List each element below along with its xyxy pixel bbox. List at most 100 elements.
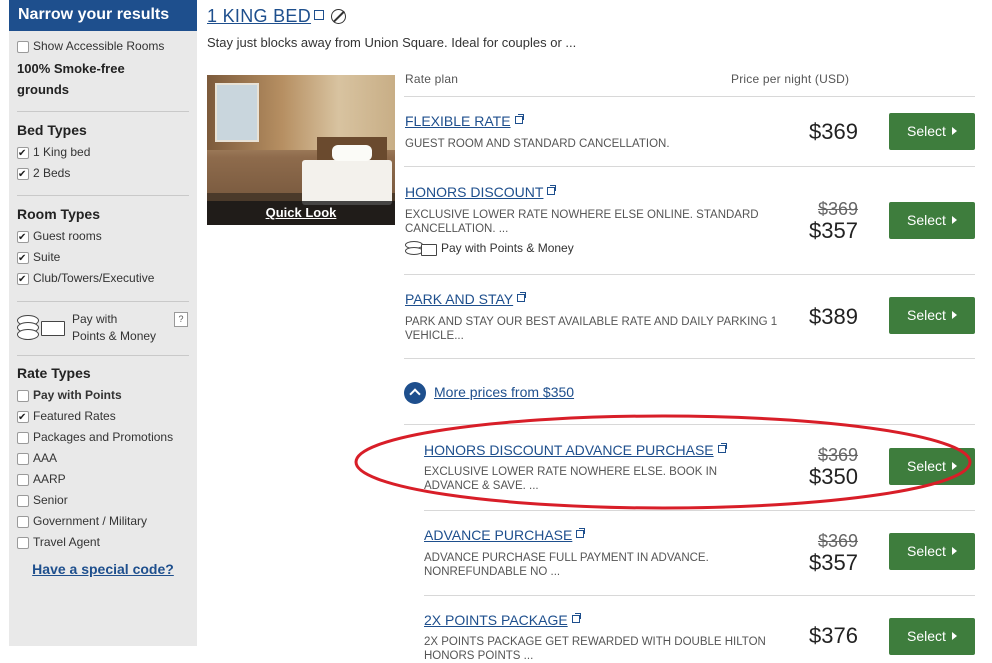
divider: [404, 358, 975, 359]
external-link-icon[interactable]: [314, 10, 324, 20]
filter-featured-rates[interactable]: Featured Rates: [17, 406, 189, 428]
filter-label: AAA: [33, 451, 58, 465]
filter-label: Club/Towers/Executive: [33, 271, 155, 285]
no-smoking-icon: [331, 9, 346, 24]
checkbox[interactable]: [17, 516, 29, 528]
filter-packages-promotions[interactable]: Packages and Promotions: [17, 427, 189, 448]
external-link-icon: [514, 114, 524, 124]
price: $369: [809, 119, 858, 144]
help-icon[interactable]: ?: [174, 312, 188, 327]
filter-government-military[interactable]: Government / Military: [17, 511, 189, 532]
rate-name-link[interactable]: FLEXIBLE RATE: [405, 113, 524, 129]
divider: [17, 355, 189, 356]
checkbox[interactable]: [17, 453, 29, 465]
filter-travel-agent[interactable]: Travel Agent: [17, 532, 189, 553]
rate-name-link[interactable]: 2X POINTS PACKAGE: [424, 612, 581, 628]
select-button[interactable]: Select: [889, 618, 975, 655]
checkbox[interactable]: [17, 248, 29, 269]
points-money-badge: Pay with Points & Money: [405, 241, 574, 256]
filter-aarp[interactable]: AARP: [17, 469, 189, 490]
chevron-up-icon[interactable]: [404, 382, 426, 404]
original-price: $369: [817, 531, 858, 551]
filter-sidebar: Narrow your results Show Accessible Room…: [9, 0, 197, 646]
filter-pay-with-points[interactable]: Pay with Points: [17, 385, 189, 406]
price: $357: [809, 218, 858, 243]
checkbox[interactable]: [17, 143, 29, 164]
select-button[interactable]: Select: [889, 202, 975, 239]
filter-senior[interactable]: Senior: [17, 490, 189, 511]
smoke-free-note: 100% Smoke-free grounds: [17, 61, 125, 97]
filter-label: Travel Agent: [33, 535, 100, 549]
chevron-right-icon: [951, 311, 957, 319]
rate-description: EXCLUSIVE LOWER RATE NOWHERE ELSE. BOOK …: [424, 466, 718, 492]
bed-shape: [302, 160, 392, 205]
bed-types-title: Bed Types: [17, 122, 87, 138]
room-description: Stay just blocks away from Union Square.…: [207, 35, 577, 50]
external-link-icon: [547, 185, 557, 195]
chevron-right-icon: [951, 632, 957, 640]
filter-label: Pay with Points: [33, 388, 122, 402]
column-header-price: Price per night (USD): [731, 72, 850, 86]
rate-name-link[interactable]: ADVANCE PURCHASE: [424, 527, 586, 543]
select-button[interactable]: Select: [889, 297, 975, 334]
filter-guest-rooms[interactable]: Guest rooms: [17, 226, 189, 248]
rate-description: GUEST ROOM AND STANDARD CANCELLATION.: [405, 138, 670, 150]
checkbox[interactable]: [17, 432, 29, 444]
accessible-rooms-filter[interactable]: Show Accessible Rooms: [17, 36, 189, 57]
rate-description: EXCLUSIVE LOWER RATE NOWHERE ELSE ONLINE…: [405, 209, 759, 235]
external-link-icon: [717, 443, 727, 453]
divider: [17, 111, 189, 112]
rate-row-park-and-stay: PARK AND STAY PARK AND STAY OUR BEST AVA…: [404, 275, 975, 357]
filter-label: Senior: [33, 493, 68, 507]
more-prices-label[interactable]: More prices from $350: [434, 384, 574, 400]
original-price: $369: [817, 199, 858, 219]
filter-label: Suite: [33, 250, 61, 264]
checkbox[interactable]: [17, 407, 29, 428]
checkbox[interactable]: [17, 474, 29, 486]
points-money-filter[interactable]: Pay with Points & Money ?: [17, 307, 189, 349]
rate-description: ADVANCE PURCHASE FULL PAYMENT IN ADVANCE…: [424, 552, 709, 578]
select-button[interactable]: Select: [889, 533, 975, 570]
room-types-title: Room Types: [17, 206, 100, 222]
rate-row-advance-purchase: ADVANCE PURCHASE ADVANCE PURCHASE FULL P…: [424, 511, 975, 594]
rate-name-link[interactable]: HONORS DISCOUNT: [405, 184, 557, 200]
select-button[interactable]: Select: [889, 448, 975, 485]
checkbox[interactable]: [17, 41, 29, 53]
filter-suite[interactable]: Suite: [17, 247, 189, 269]
filter-1-king-bed[interactable]: 1 King bed: [17, 142, 189, 164]
price: $350: [809, 464, 858, 489]
filter-aaa[interactable]: AAA: [17, 448, 189, 469]
external-link-icon: [517, 292, 527, 302]
checkbox[interactable]: [17, 269, 29, 290]
rate-name-link[interactable]: HONORS DISCOUNT ADVANCE PURCHASE: [424, 442, 727, 458]
window-shape: [215, 83, 259, 142]
filter-label: Government / Military: [33, 514, 148, 528]
filter-label: 2 Beds: [33, 166, 71, 180]
chevron-right-icon: [951, 127, 957, 135]
rate-description: PARK AND STAY OUR BEST AVAILABLE RATE AN…: [405, 316, 778, 342]
chevron-right-icon: [951, 547, 957, 555]
rate-row-honors-advance-purchase: HONORS DISCOUNT ADVANCE PURCHASE EXCLUSI…: [424, 425, 975, 509]
points-money-label: Pay with Points & Money: [72, 312, 157, 343]
room-title-link[interactable]: 1 KING BED: [207, 6, 311, 27]
checkbox[interactable]: [17, 390, 29, 402]
filter-club-towers-executive[interactable]: Club/Towers/Executive: [17, 268, 189, 290]
original-price: $369: [817, 445, 858, 465]
external-link-icon: [571, 613, 581, 623]
special-code-link[interactable]: Have a special code?: [17, 561, 189, 577]
checkbox[interactable]: [17, 537, 29, 549]
rate-row-honors-discount: HONORS DISCOUNT EXCLUSIVE LOWER RATE NOW…: [404, 167, 975, 273]
divider: [17, 301, 189, 302]
rate-row-flexible: FLEXIBLE RATE GUEST ROOM AND STANDARD CA…: [404, 97, 975, 165]
rate-name-link[interactable]: PARK AND STAY: [405, 291, 527, 307]
select-button[interactable]: Select: [889, 113, 975, 150]
checkbox[interactable]: [17, 495, 29, 507]
chevron-right-icon: [951, 216, 957, 224]
filter-2-beds[interactable]: 2 Beds: [17, 163, 189, 185]
checkbox[interactable]: [17, 227, 29, 248]
price: $376: [809, 623, 858, 648]
room-photo[interactable]: Quick Look: [207, 75, 395, 225]
checkbox[interactable]: [17, 164, 29, 185]
quick-look-button[interactable]: Quick Look: [207, 201, 395, 225]
points-money-icon: [17, 315, 67, 340]
